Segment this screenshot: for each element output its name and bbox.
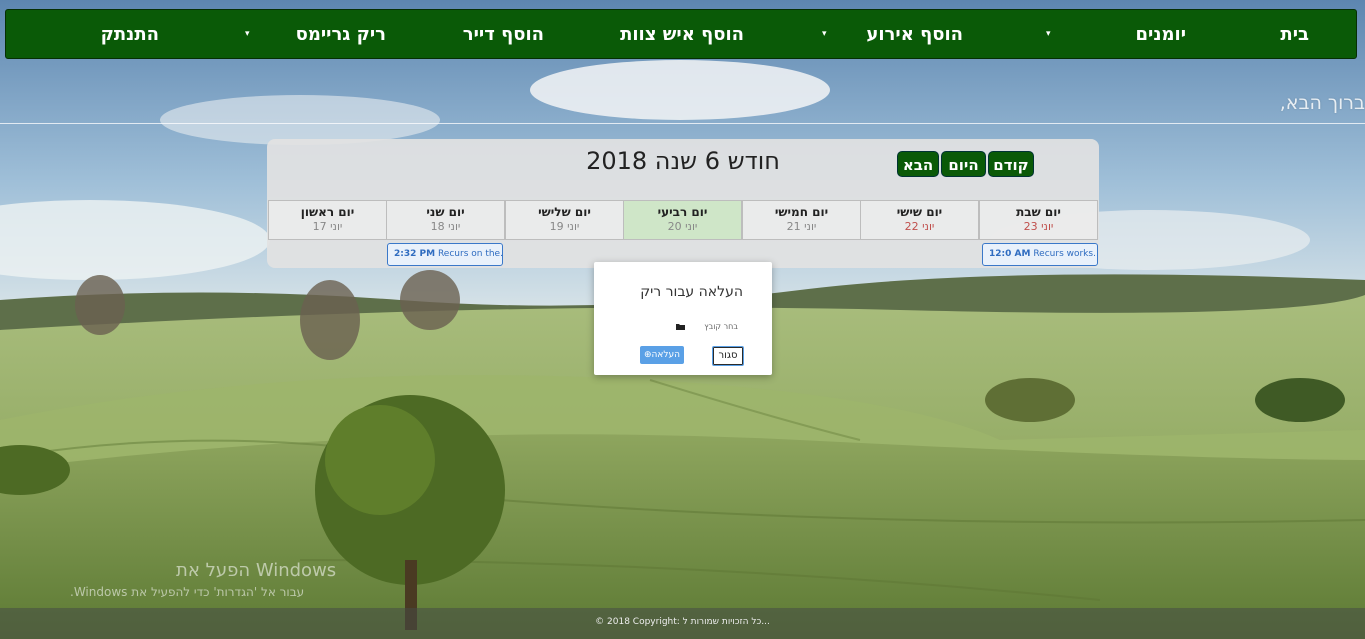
folder-icon[interactable]	[676, 323, 685, 330]
chevron-down-icon[interactable]: ▾	[1046, 10, 1051, 60]
choose-file-button[interactable]: בחר קובץ	[704, 322, 738, 331]
day-header-friday[interactable]: יום שישי יוני 22	[860, 200, 979, 240]
nav-calendars[interactable]: יומנים	[1136, 10, 1187, 60]
nav-user-menu[interactable]: ריק גריימס	[296, 10, 386, 60]
day-name: יום רביעי	[657, 205, 708, 219]
day-header-monday[interactable]: יום שני יוני 18	[386, 200, 505, 240]
upload-button[interactable]: ⊕העלאה	[640, 346, 684, 364]
nav-add-resident[interactable]: הוסף דייר	[463, 10, 544, 60]
upload-label: העלאה	[651, 350, 681, 360]
day-header-saturday[interactable]: יום שבת יוני 23	[979, 200, 1098, 240]
nav-add-staff[interactable]: הוסף איש צוות	[620, 10, 744, 60]
day-date: יוני 23	[1023, 220, 1054, 233]
event-text: Recurs on the...	[437, 249, 503, 259]
divider	[0, 123, 1365, 124]
windows-activation-title: הפעל את Windows	[176, 560, 337, 581]
today-button[interactable]: היום	[941, 151, 986, 177]
day-date: יוני 21	[786, 220, 817, 233]
upload-modal: העלאה עבור ריק בחר קובץ ⊕העלאה סגור	[594, 262, 772, 375]
footer: © 2018 Copyright: כל הזכויות שמורות ל...	[0, 608, 1365, 639]
day-name: יום שני	[426, 205, 465, 219]
day-name: יום ראשון	[300, 205, 355, 219]
next-button[interactable]: הבא	[897, 151, 939, 177]
nav-home[interactable]: בית	[1280, 10, 1309, 60]
week-calendar: חודש 6 שנה 2018 קודם היום הבא יום שבת יו…	[267, 139, 1099, 268]
day-name: יום שלישי	[538, 205, 591, 219]
day-name: יום חמישי	[774, 205, 829, 219]
prev-button[interactable]: קודם	[988, 151, 1034, 177]
calendar-event[interactable]: 12:0 AM Recurs works...	[982, 243, 1098, 266]
footer-copyright: © 2018 Copyright: כל הזכויות שמורות ל...	[595, 617, 770, 627]
event-time: 2:32 PM	[394, 249, 436, 259]
upload-icon: ⊕	[643, 350, 652, 360]
welcome-text: ברוך הבא,	[1279, 92, 1365, 114]
day-date: יוני 17	[312, 220, 343, 233]
nav-add-event[interactable]: הוסף אירוע	[866, 10, 963, 60]
day-header-wednesday[interactable]: יום רביעי יוני 20	[623, 200, 742, 240]
calendar-title: חודש 6 שנה 2018	[586, 147, 780, 175]
day-header-thursday[interactable]: יום חמישי יוני 21	[742, 200, 861, 240]
modal-title: העלאה עבור ריק	[640, 284, 743, 300]
day-header-sunday[interactable]: יום ראשון יוני 17	[268, 200, 387, 240]
nav-logout[interactable]: התנתק	[101, 10, 159, 60]
day-date: יוני 19	[549, 220, 580, 233]
day-name: יום שבת	[1016, 205, 1061, 219]
day-name: יום שישי	[896, 205, 943, 219]
chevron-down-icon[interactable]: ▾	[245, 10, 250, 60]
event-text: Recurs works...	[1033, 249, 1098, 259]
day-header-tuesday[interactable]: יום שלישי יוני 19	[505, 200, 624, 240]
windows-activation-subtitle: עבור אל 'הגדרות' כדי להפעיל את Windows.	[70, 585, 305, 599]
calendar-event[interactable]: 2:32 PM Recurs on the...	[387, 243, 503, 266]
close-button[interactable]: סגור	[712, 346, 744, 366]
day-date: יוני 20	[667, 220, 698, 233]
chevron-down-icon[interactable]: ▾	[822, 10, 827, 60]
day-date: יוני 18	[430, 220, 461, 233]
day-date: יוני 22	[904, 220, 935, 233]
event-time: 12:0 AM	[989, 249, 1031, 259]
main-navbar: בית ▾ יומנים ▾ הוסף אירוע הוסף איש צוות …	[5, 9, 1357, 59]
